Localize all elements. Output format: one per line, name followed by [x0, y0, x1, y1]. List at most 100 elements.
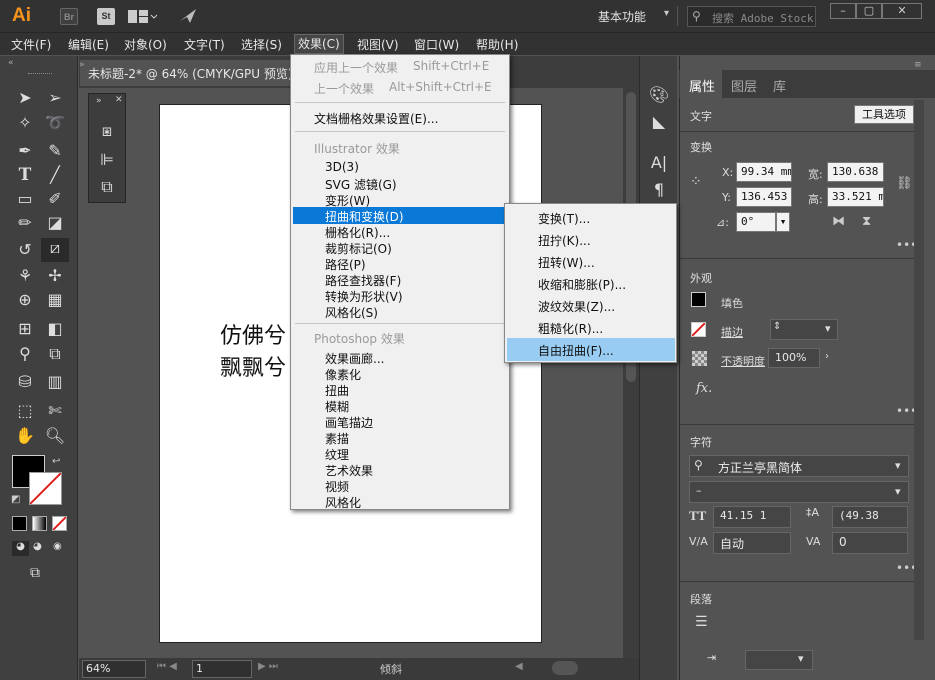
expand-icon[interactable]: »: [79, 60, 85, 70]
close-button[interactable]: ✕: [882, 3, 922, 19]
shaper-tool-icon[interactable]: ✏: [14, 213, 36, 232]
align-left-icon[interactable]: ☰: [695, 614, 708, 630]
menu-item-raster-settings[interactable]: 文档栅格效果设置(E)...: [314, 110, 438, 127]
chevron-down-icon[interactable]: ▾: [798, 652, 804, 665]
fill-color-swatch[interactable]: [691, 292, 706, 307]
chevron-down-icon[interactable]: ▾: [664, 8, 669, 19]
menu-item-stylize-ps[interactable]: 风格化: [325, 494, 361, 511]
menu-item-pathfinder[interactable]: 路径查找器(F): [325, 272, 401, 289]
line-tool-icon[interactable]: ╱: [44, 165, 66, 184]
font-size-field[interactable]: 41.15 1: [713, 506, 791, 528]
color-palette-icon[interactable]: 🎨︎: [648, 85, 670, 104]
column-graph-tool-icon[interactable]: ▥: [44, 372, 66, 391]
screen-mode-icon[interactable]: ⧉: [30, 565, 40, 581]
panel-menu-icon[interactable]: ≡: [914, 60, 922, 70]
tab-properties[interactable]: 属性: [689, 76, 715, 95]
close-icon[interactable]: ✕: [115, 95, 123, 105]
stroke-label[interactable]: 描边: [721, 324, 743, 340]
menu-select[interactable]: 选择(S): [241, 36, 282, 53]
flip-horizontal-icon[interactable]: ⧓: [832, 214, 845, 229]
x-field[interactable]: 99.34 mm: [736, 162, 792, 182]
stroke-swatch[interactable]: [29, 472, 62, 505]
submenu-item-tweak[interactable]: 扭拧(K)...: [538, 232, 591, 249]
bridge-button[interactable]: Br: [60, 8, 78, 25]
puppet-warp-tool-icon[interactable]: ✢: [44, 266, 66, 285]
arrange-documents-icon[interactable]: [128, 9, 150, 24]
menu-item-svg-filters[interactable]: SVG 滤镜(G): [325, 176, 397, 193]
opacity-label[interactable]: 不透明度: [721, 353, 765, 369]
rectangle-tool-icon[interactable]: ▭: [14, 189, 36, 208]
maximize-button[interactable]: ▢: [856, 3, 882, 19]
free-transform-tool-icon[interactable]: ⧄: [41, 238, 69, 262]
direct-selection-tool-icon[interactable]: ➢: [44, 88, 66, 107]
paintbrush-tool-icon[interactable]: ✐: [44, 189, 66, 208]
gradient-panel-icon[interactable]: ◣: [648, 112, 670, 131]
menu-item-brush-strokes[interactable]: 画笔描边: [325, 414, 373, 431]
tab-libraries[interactable]: 库: [773, 76, 786, 95]
eyedropper-tool-icon[interactable]: ⚲: [14, 344, 36, 363]
mesh-tool-icon[interactable]: ⊞: [14, 319, 36, 338]
document-tab[interactable]: 未标题-2* @ 64% (CMYK/GPU 预览): [80, 60, 295, 86]
send-icon[interactable]: [178, 7, 198, 28]
menu-file[interactable]: 文件(F): [11, 36, 51, 53]
menu-item-sketch[interactable]: 素描: [325, 430, 349, 447]
menu-item-blur[interactable]: 模糊: [325, 398, 349, 415]
height-field[interactable]: 33.521 m: [827, 187, 884, 207]
tool-options-button[interactable]: 工具选项: [854, 105, 914, 124]
menu-effect[interactable]: 效果(C): [294, 34, 344, 54]
perspective-grid-tool-icon[interactable]: ▦: [44, 290, 66, 309]
zoom-field[interactable]: 64%: [82, 660, 146, 678]
menu-item-pixelate[interactable]: 像素化: [325, 366, 361, 383]
gradient-mode-icon[interactable]: [32, 516, 47, 531]
menu-type[interactable]: 文字(T): [184, 36, 225, 53]
reference-point-icon[interactable]: ⁘: [690, 174, 702, 190]
stock-button[interactable]: St: [97, 8, 115, 25]
type-tool-icon[interactable]: T: [14, 165, 36, 185]
color-mode-icon[interactable]: [12, 516, 27, 531]
menu-item-3d[interactable]: 3D(3): [325, 160, 359, 174]
flip-vertical-icon[interactable]: ⧗: [862, 214, 871, 229]
width-field[interactable]: 130.638: [827, 162, 884, 182]
menu-view[interactable]: 视图(V): [357, 36, 399, 53]
artboard-number-field[interactable]: 1: [192, 660, 252, 678]
zoom-tool-icon[interactable]: 🔍︎: [44, 426, 66, 445]
rotate-tool-icon[interactable]: ↺: [14, 240, 36, 259]
selection-tool-icon[interactable]: ➤: [14, 88, 36, 107]
status-mode[interactable]: 倾斜: [380, 661, 402, 677]
submenu-item-twist[interactable]: 扭转(W)...: [538, 254, 595, 271]
menu-item-texture[interactable]: 纹理: [325, 446, 349, 463]
leading-field[interactable]: (49.38: [832, 506, 908, 528]
menu-item-video[interactable]: 视频: [325, 478, 349, 495]
draw-inside-icon[interactable]: ◉: [53, 541, 62, 552]
submenu-item-free-distort[interactable]: 自由扭曲(F)...: [538, 342, 614, 359]
paragraph-panel-icon[interactable]: ¶: [648, 180, 670, 199]
font-style-select[interactable]: –: [689, 481, 909, 503]
menu-help[interactable]: 帮助(H): [476, 36, 518, 53]
stock-search-input[interactable]: 搜索 Adobe Stock: [687, 6, 816, 27]
draw-behind-icon[interactable]: ◕: [33, 541, 42, 552]
next-artboard-icon[interactable]: ▶ ⏭: [258, 661, 278, 672]
submenu-item-transform[interactable]: 变换(T)...: [538, 210, 590, 227]
lasso-tool-icon[interactable]: ➰: [44, 113, 66, 132]
swap-colors-icon[interactable]: ↩: [52, 456, 60, 467]
menu-item-path[interactable]: 路径(P): [325, 256, 366, 273]
menu-item-stylize[interactable]: 风格化(S): [325, 304, 378, 321]
menu-edit[interactable]: 编辑(E): [68, 36, 109, 53]
y-field[interactable]: 136.453: [736, 187, 792, 207]
grip-icon[interactable]: [28, 73, 52, 76]
draw-normal-icon[interactable]: ◕: [12, 541, 29, 556]
character-panel-icon[interactable]: A|: [648, 153, 670, 172]
menu-item-effect-gallery[interactable]: 效果画廊...: [325, 350, 384, 367]
menu-item-crop-marks[interactable]: 裁剪标记(O): [325, 240, 392, 257]
tab-layers[interactable]: 图层: [731, 76, 757, 95]
menu-item-rasterize[interactable]: 栅格化(R)...: [325, 224, 390, 241]
submenu-item-roughen[interactable]: 粗糙化(R)...: [538, 320, 603, 337]
none-mode-icon[interactable]: [52, 516, 67, 531]
hand-tool-icon[interactable]: ✋: [14, 426, 36, 445]
collapse-icon[interactable]: »: [96, 96, 102, 106]
symbol-sprayer-tool-icon[interactable]: ⛁: [14, 372, 36, 391]
magic-wand-tool-icon[interactable]: ✧: [14, 113, 36, 132]
stroke-color-swatch[interactable]: [691, 322, 706, 337]
pathfinder-icon[interactable]: ⧉: [96, 177, 118, 197]
tracking-field[interactable]: 0: [832, 532, 908, 554]
